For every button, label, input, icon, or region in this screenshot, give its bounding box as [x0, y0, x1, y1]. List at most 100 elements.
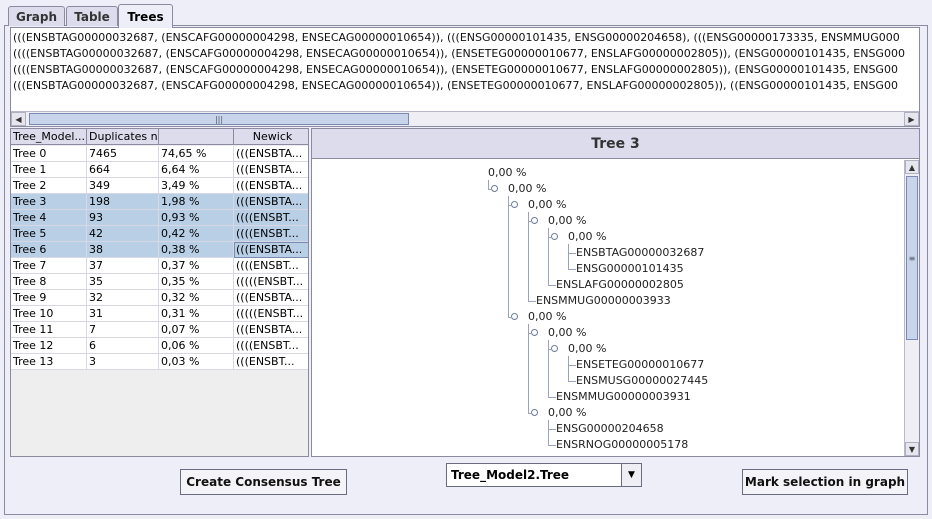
table-row[interactable]: Tree 7 37 0,37 % ((((ENSBT... — [11, 258, 308, 274]
tree-node-toggle-icon[interactable] — [551, 345, 558, 352]
scroll-up-icon[interactable]: ▲ — [905, 160, 919, 174]
table-cell-dup: 6 — [87, 338, 159, 354]
scroll-down-icon[interactable]: ▼ — [905, 442, 919, 456]
tree-node-toggle-icon[interactable] — [551, 233, 558, 240]
table-row[interactable]: Tree 1 664 6,64 % (((ENSBTA... — [11, 162, 308, 178]
table-cell-pct: 1,98 % — [159, 194, 234, 210]
tree-node-toggle-icon[interactable] — [531, 409, 538, 416]
tree-node-toggle-icon[interactable] — [511, 201, 518, 208]
newick-text-area[interactable]: (((ENSBTAG00000032687, (ENSCAFG000000042… — [10, 27, 920, 127]
table-row[interactable]: Tree 6 38 0,38 % (((ENSBTA... — [11, 242, 308, 258]
scroll-left-icon[interactable]: ◀ — [11, 112, 26, 126]
table-cell-dup: 3 — [87, 354, 159, 370]
tree-node-toggle-icon[interactable] — [531, 217, 538, 224]
newick-lines: (((ENSBTAG00000032687, (ENSCAFG000000042… — [13, 30, 905, 94]
tree-branch-line — [528, 413, 532, 414]
newick-line: ((((ENSBTAG00000032687, (ENSCAFG00000004… — [13, 63, 898, 76]
table-cell-pct: 0,38 % — [159, 242, 234, 258]
tree-branch-line — [548, 228, 549, 285]
table-cell-newick: (((ENSBTA... — [234, 322, 308, 338]
tree-leaf-label: ENSETEG00000010677 — [576, 358, 705, 371]
tree-leaf-label: ENSLAFG00000002805 — [556, 278, 684, 291]
table-row[interactable]: Tree 2 349 3,49 % (((ENSBTA... — [11, 178, 308, 194]
table-row[interactable]: Tree 13 3 0,03 % (((ENSBT... — [11, 354, 308, 370]
tree-branch-line — [568, 365, 576, 366]
table-row[interactable]: Tree 3 198 1,98 % (((ENSBTA... — [11, 194, 308, 210]
table-cell-pct: 0,32 % — [159, 290, 234, 306]
table-cell-name: Tree 10 — [11, 306, 87, 322]
table-cell-newick: (((ENSBTA... — [234, 162, 308, 178]
tree-title: Tree 3 — [312, 129, 919, 159]
table-cell-newick: (((ENSBT... — [234, 354, 308, 370]
table-row[interactable]: Tree 12 6 0,06 % ((((ENSBT... — [11, 338, 308, 354]
tree-node-label: 0,00 % — [568, 230, 607, 243]
table-row[interactable]: Tree 10 31 0,31 % (((((ENSBT... — [11, 306, 308, 322]
tree-panel: Tree 3 0,00 % 0,00 % 0,00 % 0,00 % 0,00 % ENS… — [311, 128, 920, 457]
column-header-tree-model[interactable]: Tree_Model... — [11, 129, 87, 145]
tree-branch-line — [568, 381, 576, 382]
table-row[interactable]: Tree 8 35 0,35 % (((((ENSBT... — [11, 274, 308, 290]
table-cell-dup: 7 — [87, 322, 159, 338]
table-cell-name: Tree 1 — [11, 162, 87, 178]
tree-branch-line — [528, 212, 529, 301]
table-cell-name: Tree 9 — [11, 290, 87, 306]
tree-branch-line — [568, 253, 576, 254]
table-row[interactable]: Tree 5 42 0,42 % ((((ENSBT... — [11, 226, 308, 242]
mark-selection-button[interactable]: Mark selection in graph — [742, 469, 908, 495]
table-cell-pct: 3,49 % — [159, 178, 234, 194]
tree-node-toggle-icon[interactable] — [511, 313, 518, 320]
horizontal-scroll-thumb[interactable]: ||| — [29, 113, 409, 125]
newick-line: (((ENSBTAG00000032687, (ENSCAFG000000042… — [13, 79, 898, 92]
tab-trees[interactable]: Trees — [118, 4, 173, 28]
tree-view[interactable]: 0,00 % 0,00 % 0,00 % 0,00 % 0,00 % ENSBTAG000… — [312, 160, 904, 456]
table-row[interactable]: Tree 11 7 0,07 % (((ENSBTA... — [11, 322, 308, 338]
table-row[interactable]: Tree 9 32 0,32 % (((ENSBTA... — [11, 290, 308, 306]
table-cell-dup: 198 — [87, 194, 159, 210]
column-header-percent[interactable] — [159, 129, 234, 145]
vertical-scrollbar[interactable]: ▲ ≡ ▼ — [904, 160, 919, 456]
tree-node-label: 0,00 % — [548, 214, 587, 227]
table-cell-name: Tree 12 — [11, 338, 87, 354]
vertical-scroll-thumb[interactable]: ≡ — [906, 176, 918, 340]
tab-graph[interactable]: Graph — [8, 6, 65, 26]
table-cell-name: Tree 13 — [11, 354, 87, 370]
table-cell-pct: 0,03 % — [159, 354, 234, 370]
table-cell-newick: (((ENSBTA... — [234, 178, 308, 194]
tab-table[interactable]: Table — [66, 6, 118, 26]
tree-node-toggle-icon[interactable] — [491, 185, 498, 192]
table-cell-newick: (((((ENSBT... — [234, 306, 308, 322]
tree-branch-line — [528, 324, 529, 413]
table-cell-name: Tree 7 — [11, 258, 87, 274]
tree-model-select[interactable]: Tree_Model2.Tree ▼ — [446, 463, 642, 487]
table-cell-newick: ((((ENSBT... — [234, 338, 308, 354]
table-cell-pct: 0,93 % — [159, 210, 234, 226]
tree-branch-line — [568, 269, 576, 270]
table-cell-name: Tree 6 — [11, 242, 87, 258]
tree-branch-line — [548, 429, 556, 430]
table-row[interactable]: Tree 0 7465 74,65 % (((ENSBTA... — [11, 146, 308, 162]
tree-branch-line — [568, 244, 569, 269]
table-cell-dup: 35 — [87, 274, 159, 290]
create-consensus-tree-button[interactable]: Create Consensus Tree — [180, 469, 347, 495]
table-cell-newick: ((((ENSBT... — [234, 258, 308, 274]
table-cell-dup: 7465 — [87, 146, 159, 162]
table-cell-newick: (((ENSBTA... — [234, 194, 308, 210]
chevron-down-icon[interactable]: ▼ — [621, 464, 641, 486]
tree-leaf-label: ENSRNOG00000005178 — [556, 438, 689, 451]
column-header-newick[interactable]: Newick — [234, 129, 308, 145]
tree-node-toggle-icon[interactable] — [531, 329, 538, 336]
table-cell-newick: ((((ENSBT... — [234, 226, 308, 242]
tree-branch-line — [548, 397, 556, 398]
table-body: Tree 0 7465 74,65 % (((ENSBTA... Tree 1 664 6,… — [11, 146, 308, 370]
tree-branch-line — [568, 356, 569, 381]
tree-node-label: 0,00 % — [528, 198, 567, 211]
column-header-duplicates[interactable]: Duplicates n — [87, 129, 159, 145]
horizontal-scrollbar[interactable]: ◀ ||| ▶ — [11, 111, 919, 126]
table-cell-dup: 42 — [87, 226, 159, 242]
scroll-right-icon[interactable]: ▶ — [904, 112, 919, 126]
table-cell-pct: 0,31 % — [159, 306, 234, 322]
table-cell-name: Tree 5 — [11, 226, 87, 242]
table-row[interactable]: Tree 4 93 0,93 % ((((ENSBT... — [11, 210, 308, 226]
tree-node-label: 0,00 % — [528, 310, 567, 323]
tree-node-label: 0,00 % — [488, 166, 527, 179]
